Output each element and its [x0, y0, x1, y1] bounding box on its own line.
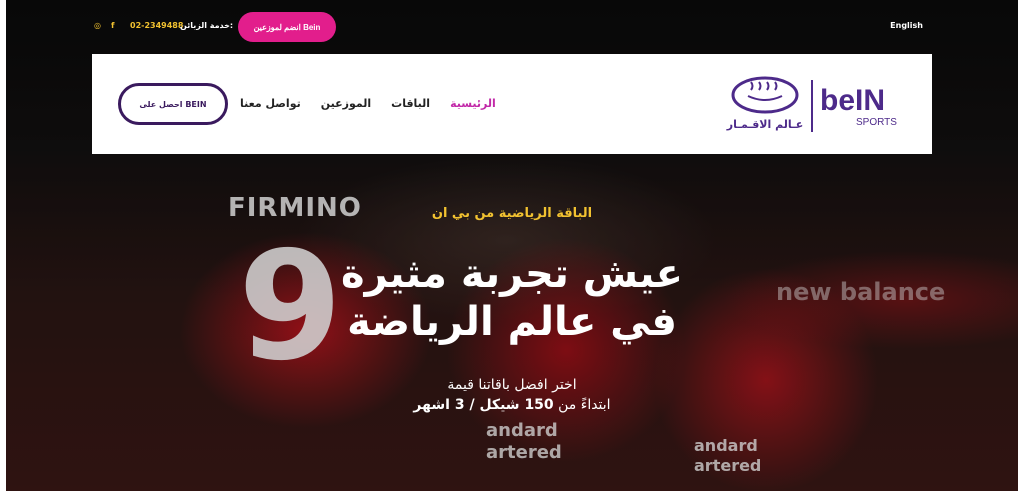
- hero-content: الباقة الرياضية من بي ان عيش تجربة مثيرة…: [6, 0, 1018, 491]
- hero-eyebrow: الباقة الرياضية من بي ان: [431, 206, 593, 221]
- hero-subtitle: اختر افضل باقاتنا قيمة: [447, 377, 577, 393]
- hero-headline: عيش تجربة مثيرة في عالم الرياضة: [6, 250, 1018, 346]
- hero-price: ابتداءً من 150 شيكل / 3 اشهر: [6, 397, 1018, 413]
- hero-headline-line1: عيش تجربة مثيرة: [341, 251, 683, 297]
- hero-price-value: 150 شيكل / 3 اشهر: [413, 397, 554, 413]
- hero-headline-line2: في عالم الرياضة: [347, 299, 677, 345]
- hero-frame: new balance FIRMINO 9 andard artered and…: [6, 0, 1018, 491]
- hero-price-prefix: ابتداءً من: [558, 397, 611, 413]
